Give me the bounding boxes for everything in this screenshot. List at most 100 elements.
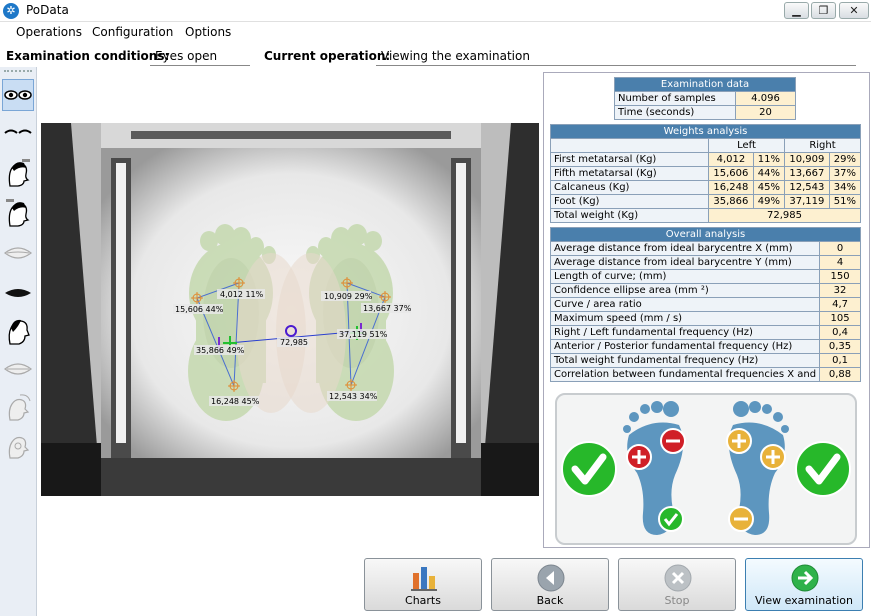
table-cell: 45% — [752, 180, 785, 195]
table-cell: 51% — [828, 194, 862, 209]
status-bar: Examination conditions: Eyes open Curren… — [0, 45, 871, 67]
table-row: Calcaneus (Kg) 16,248 45% 12,543 34% — [550, 180, 862, 195]
table-cell: 72,985 — [708, 208, 861, 223]
exam-toolbar — [0, 67, 37, 616]
table-cell: 4.096 — [735, 91, 796, 106]
stop-label: Stop — [664, 594, 690, 607]
overlay-label-1: 4,012 11% — [220, 290, 264, 299]
table-cell: 10,909 — [783, 152, 830, 167]
head-tilt-icon[interactable] — [2, 197, 34, 229]
app-icon: ✲ — [3, 3, 19, 19]
left-plus-icon — [626, 444, 652, 470]
table-cell: Average distance from ideal barycentre X… — [549, 241, 821, 256]
mouth-open-icon[interactable] — [2, 237, 34, 269]
camera-view: 4,012 11% 15,606 44% 35,866 49% 16,248 4… — [41, 123, 539, 496]
back-button[interactable]: Back — [491, 558, 609, 611]
table-cell: Anterior / Posterior fundamental frequen… — [549, 339, 821, 354]
table-cell: 16,248 — [708, 180, 754, 195]
minimize-button[interactable]: ▁ — [784, 2, 809, 19]
table-cell: 37% — [828, 166, 862, 181]
left-minus-icon — [660, 428, 686, 454]
head-down-icon[interactable] — [2, 429, 34, 461]
overlay-label-6: 10,909 29% — [324, 292, 373, 301]
menu-options[interactable]: Options — [185, 25, 231, 39]
table-cell: 4,012 — [708, 152, 754, 167]
table-cell: Right / Left fundamental frequency (Hz) — [549, 325, 821, 340]
overlay-label-2: 15,606 44% — [175, 305, 224, 314]
forward-arrow-icon — [791, 564, 819, 592]
table-cell: Number of samples — [614, 91, 736, 106]
right-column-header: Right — [783, 138, 862, 153]
menu-configuration[interactable]: Configuration — [92, 25, 173, 39]
table-cell: 29% — [828, 152, 862, 167]
table-cell: 105 — [819, 311, 861, 326]
table-row: Right / Left fundamental frequency (Hz) 0… — [549, 325, 861, 340]
table-cell: Curve / area ratio — [549, 297, 821, 312]
maximize-button[interactable]: ❐ — [811, 2, 836, 19]
table-cell: Maximum speed (mm / s) — [549, 311, 821, 326]
table-cell: 0,88 — [819, 367, 861, 382]
weights-analysis-table: Weights analysis Left Right First metatar… — [550, 124, 862, 223]
table-cell: Fifth metatarsal (Kg) — [550, 166, 709, 181]
back-label: Back — [536, 594, 564, 607]
stop-icon — [664, 564, 692, 592]
overall-analysis-title: Overall analysis — [550, 227, 861, 242]
table-cell: Time (seconds) — [614, 105, 736, 120]
charts-button[interactable]: Charts — [364, 558, 482, 611]
head-rotate-icon[interactable] — [2, 391, 34, 423]
table-cell: 0,1 — [819, 353, 861, 368]
head-profile-icon[interactable] — [2, 157, 34, 189]
left-heel-ok-icon — [658, 506, 684, 532]
table-row: Curve / area ratio 4,7 — [549, 297, 861, 312]
table-row: Length of curve; (mm) 150 — [549, 269, 861, 284]
head-back-icon[interactable] — [2, 315, 34, 347]
right-outer-plus-icon — [760, 444, 786, 470]
right-ok-icon — [795, 441, 851, 497]
table-cell: Calcaneus (Kg) — [550, 180, 709, 195]
table-cell: 12,543 — [783, 180, 830, 195]
view-examination-label: View examination — [755, 594, 853, 607]
table-row: Average distance from ideal barycentre X… — [549, 241, 861, 256]
exam-conditions-value: Eyes open — [155, 49, 218, 63]
overlay-label-8: 37,119 51% — [339, 330, 388, 339]
title-bar: ✲ PoData ▁ ❐ ✕ — [0, 0, 871, 22]
eyes-open-icon[interactable] — [2, 79, 34, 111]
current-operation-label: Current operation: — [264, 49, 391, 63]
eyes-closed-icon[interactable] — [2, 117, 34, 149]
current-operation-value: Viewing the examination — [381, 49, 530, 63]
table-cell: Average distance from ideal barycentre Y… — [549, 255, 821, 270]
table-row: Confidence ellipse area (mm ²) 32 — [549, 283, 861, 298]
table-cell: 49% — [752, 194, 785, 209]
table-row: Anterior / Posterior fundamental frequen… — [549, 339, 861, 354]
table-cell: 37,119 — [783, 194, 830, 209]
left-ok-icon — [561, 441, 617, 497]
table-cell: Length of curve; (mm) — [549, 269, 821, 284]
lips-icon[interactable] — [2, 353, 34, 385]
table-cell: 150 — [819, 269, 861, 284]
examination-data-table: Examination data Number of samples 4.096 … — [614, 77, 796, 120]
table-cell: Total weight fundamental frequency (Hz) — [549, 353, 821, 368]
view-examination-button[interactable]: View examination — [745, 558, 863, 611]
weights-analysis-title: Weights analysis — [550, 124, 861, 139]
table-row: Maximum speed (mm / s) 105 — [549, 311, 861, 326]
left-column-header: Left — [708, 138, 785, 153]
close-button[interactable]: ✕ — [839, 2, 869, 19]
overlay-label-3: 35,866 49% — [196, 346, 245, 355]
overall-analysis-table: Overall analysis Average distance from i… — [549, 227, 861, 382]
table-cell: Confidence ellipse area (mm ²) — [549, 283, 821, 298]
table-row: Total weight (Kg) 72,985 — [550, 208, 861, 223]
table-cell: Total weight (Kg) — [550, 208, 709, 223]
table-cell: 32 — [819, 283, 861, 298]
table-cell: 20 — [735, 105, 796, 120]
back-arrow-icon — [537, 564, 565, 592]
table-cell: 34% — [828, 180, 862, 195]
chart-icon — [411, 567, 437, 591]
mouth-closed-icon[interactable] — [2, 277, 34, 309]
stop-button[interactable]: Stop — [618, 558, 736, 611]
table-cell: 15,606 — [708, 166, 754, 181]
table-cell: 35,866 — [708, 194, 754, 209]
foot-diagnosis-panel — [555, 393, 857, 545]
table-row: Fifth metatarsal (Kg) 15,606 44% 13,667 37% — [550, 166, 862, 181]
menu-operations[interactable]: Operations — [16, 25, 82, 39]
table-cell: First metatarsal (Kg) — [550, 152, 709, 167]
